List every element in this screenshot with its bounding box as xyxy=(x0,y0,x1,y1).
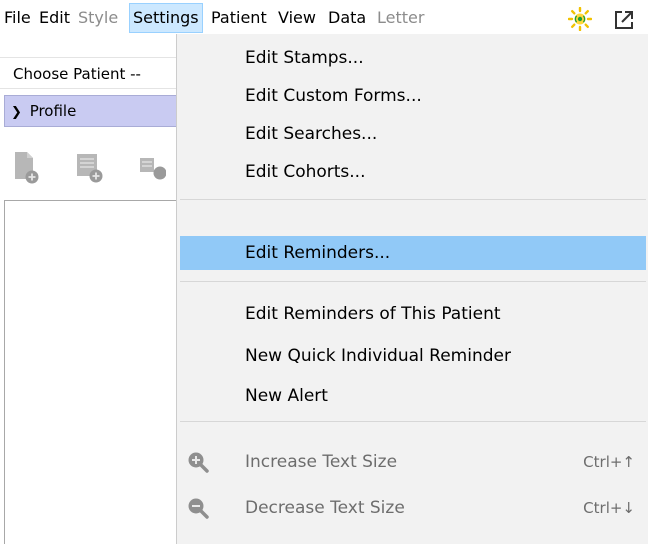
menu-separator xyxy=(180,421,646,422)
menu-item-label: Edit Reminders... xyxy=(245,243,391,263)
menu-item-new-alert[interactable]: New Alert xyxy=(177,379,648,413)
menu-separator xyxy=(180,281,646,282)
menu-item-label: New Alert xyxy=(245,386,328,406)
zoom-out-icon xyxy=(188,498,209,519)
menu-bar: File Edit Style Settings Patient View Da… xyxy=(0,0,648,34)
menu-item-increase-text-size[interactable]: Increase Text Size Ctrl+↑ xyxy=(177,445,648,479)
menu-item-edit-reminders-of-patient[interactable]: Edit Reminders of This Patient xyxy=(177,297,648,331)
menu-item-label: Edit Reminders of This Patient xyxy=(245,304,501,324)
menu-item-label: Decrease Text Size xyxy=(245,498,405,518)
patient-list-panel xyxy=(4,200,179,544)
menu-item-label: Edit Searches... xyxy=(245,124,378,144)
zoom-in-icon xyxy=(188,452,209,473)
menu-separator xyxy=(180,199,646,200)
menu-item-label: New Quick Individual Reminder xyxy=(245,346,511,366)
menu-item-edit-cohorts[interactable]: Edit Cohorts... xyxy=(177,155,648,189)
menu-data[interactable]: Data xyxy=(327,4,367,32)
menu-item-label: Edit Stamps... xyxy=(245,48,364,68)
menu-item-label: Edit Custom Forms... xyxy=(245,86,422,106)
external-window-icon[interactable] xyxy=(613,9,635,31)
menu-item-edit-reminders[interactable]: Edit Reminders... xyxy=(180,236,646,270)
menu-item-edit-searches[interactable]: Edit Searches... xyxy=(177,117,648,151)
menu-item-edit-custom-forms[interactable]: Edit Custom Forms... xyxy=(177,79,648,113)
settings-dropdown-menu: Edit Stamps... Edit Custom Forms... Edit… xyxy=(176,34,648,544)
choose-patient-selector[interactable]: Choose Patient -- xyxy=(0,57,178,89)
menu-item-label: Edit Cohorts... xyxy=(245,162,366,182)
menu-edit[interactable]: Edit xyxy=(38,4,71,32)
menu-view[interactable]: View xyxy=(277,4,317,32)
profile-section-header[interactable]: ❯ Profile xyxy=(4,95,180,127)
profile-label: Profile xyxy=(29,102,77,120)
menu-item-shortcut: Ctrl+↓ xyxy=(583,499,635,517)
menu-item-shortcut: Ctrl+↑ xyxy=(583,453,635,471)
menu-file[interactable]: File xyxy=(3,4,32,32)
new-record-icon[interactable] xyxy=(138,149,166,185)
menu-style[interactable]: Style xyxy=(77,4,119,32)
menu-settings[interactable]: Settings xyxy=(129,3,203,33)
chevron-down-icon: ❯ xyxy=(11,105,22,120)
menu-letter[interactable]: Letter xyxy=(376,4,425,32)
new-document-icon[interactable] xyxy=(12,149,40,185)
menu-item-label: Increase Text Size xyxy=(245,452,398,472)
new-form-icon[interactable] xyxy=(75,149,103,185)
menu-item-decrease-text-size[interactable]: Decrease Text Size Ctrl+↓ xyxy=(177,491,648,525)
menu-item-edit-stamps[interactable]: Edit Stamps... xyxy=(177,41,648,75)
sun-status-icon[interactable] xyxy=(568,7,592,31)
menu-item-new-quick-individual-reminder[interactable]: New Quick Individual Reminder xyxy=(177,339,648,373)
menu-patient[interactable]: Patient xyxy=(210,4,268,32)
